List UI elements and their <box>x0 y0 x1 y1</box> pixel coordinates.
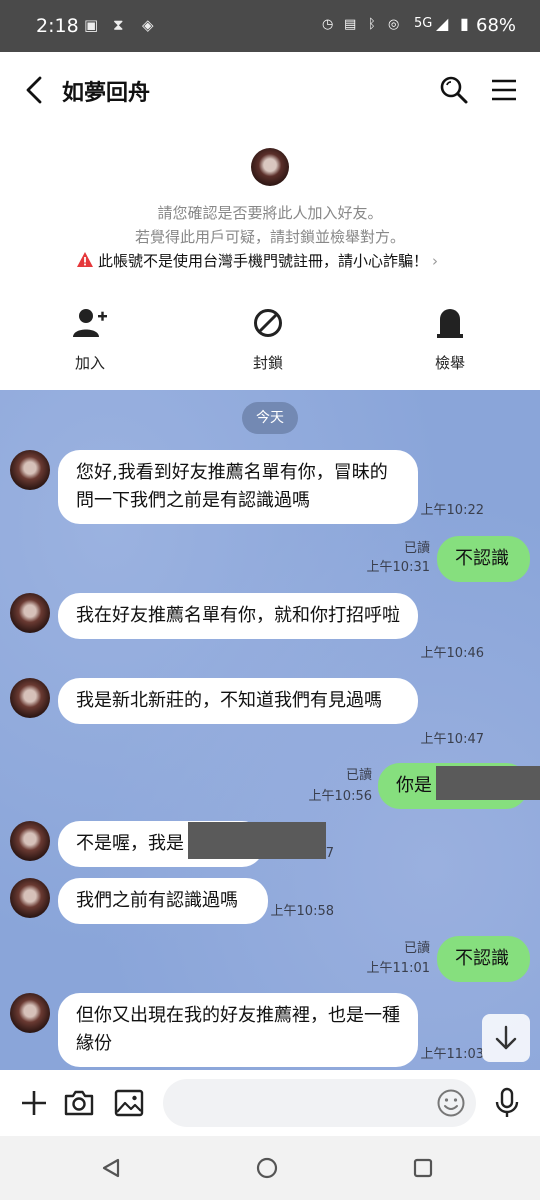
block-button[interactable]: 封鎖 <box>218 306 318 373</box>
notice-line1: 請您確認是否要將此人加入好友。 <box>157 204 383 222</box>
scam-warning[interactable]: 此帳號不是使用台灣手機門號註冊，請小心詐騙！ › <box>76 250 438 271</box>
volte-icon: ◎ <box>388 17 400 32</box>
emoji-icon[interactable] <box>436 1088 466 1118</box>
nav-home-icon[interactable] <box>255 1156 279 1180</box>
chevron-right-icon: › <box>432 252 439 270</box>
message-input[interactable] <box>163 1079 476 1127</box>
message-bubble-outgoing[interactable]: 不認識 <box>437 936 530 982</box>
microphone-icon[interactable] <box>491 1087 523 1119</box>
message-time: 上午11:01 <box>366 961 430 976</box>
notice-line2: 若覺得此用戶可疑，請封鎖並檢舉對方。 <box>134 228 405 246</box>
bluetooth-icon: ᛒ <box>368 17 376 32</box>
message-time: 上午10:56 <box>308 789 372 804</box>
search-icon[interactable] <box>438 74 470 106</box>
plus-icon[interactable] <box>18 1087 50 1119</box>
date-chip: 今天 <box>242 402 298 434</box>
add-friend-button[interactable]: 加入 <box>40 306 140 373</box>
hourglass-icon: ⧗ <box>113 16 124 34</box>
system-navigation-bar <box>0 1136 540 1200</box>
auto-icon: ▤ <box>344 17 357 32</box>
report-icon <box>437 309 463 338</box>
sender-avatar[interactable] <box>10 678 50 718</box>
message-bubble-incoming[interactable]: 我是新北新莊的，不知道我們有見過嗎 <box>58 678 418 724</box>
sender-avatar[interactable] <box>10 993 50 1033</box>
contact-avatar[interactable] <box>251 148 289 186</box>
message-bubble-incoming[interactable]: 我在好友推薦名單有你，就和你打招呼啦 <box>58 593 418 639</box>
arrow-down-icon <box>495 1025 517 1050</box>
status-bar: 2:18 ▣ ⧗ ◈ ◷ ▤ ᛒ ◎ 5G ◢ ▮ 68% <box>0 0 540 52</box>
message-time: 上午10:22 <box>420 503 484 518</box>
back-arrow-icon[interactable] <box>20 72 50 108</box>
sender-avatar[interactable] <box>10 821 50 861</box>
sender-avatar[interactable] <box>10 878 50 918</box>
chat-title: 如夢回舟 <box>62 81 151 106</box>
read-receipt: 已讀 <box>403 541 430 556</box>
read-receipt: 已讀 <box>345 768 372 783</box>
message-time: 上午10:58 <box>270 904 334 919</box>
report-button[interactable]: 檢舉 <box>400 306 500 373</box>
battery-percent: 68% <box>476 15 517 36</box>
signal-icon: ◢ <box>436 14 449 33</box>
block-icon <box>254 309 282 337</box>
status-time: 2:18 <box>36 15 79 37</box>
nav-back-icon[interactable] <box>99 1156 123 1180</box>
menu-icon[interactable] <box>488 74 520 106</box>
message-bubble-outgoing[interactable]: 不認識 <box>437 536 530 582</box>
wifi-icon: ◈ <box>142 16 154 34</box>
scroll-to-bottom-button[interactable] <box>482 1014 530 1062</box>
message-time: 上午10:31 <box>366 560 430 575</box>
redacted-block <box>188 822 326 859</box>
chat-area[interactable]: 今天 您好,我看到好友推薦名單有你，冒昧的問一下我們之前是有認識過嗎 上午10:… <box>0 390 540 1070</box>
message-bubble-incoming[interactable]: 我們之前有認識過嗎 <box>58 878 268 924</box>
chat-header: 如夢回舟 <box>0 52 540 128</box>
scam-warning-text: 此帳號不是使用台灣手機門號註冊，請小心詐騙！ <box>98 252 429 270</box>
add-friend-icon <box>73 309 107 337</box>
network-type: 5G <box>414 16 433 31</box>
report-label: 檢舉 <box>434 354 465 372</box>
message-bubble-incoming[interactable]: 但你又出現在我的好友推薦裡，也是一種緣份 <box>58 993 418 1067</box>
sender-avatar[interactable] <box>10 450 50 490</box>
warning-icon <box>77 252 93 267</box>
block-label: 封鎖 <box>252 354 283 372</box>
add-friend-label: 加入 <box>74 354 105 372</box>
redacted-block <box>436 766 540 800</box>
message-time: 上午10:47 <box>420 732 484 747</box>
nav-recents-icon[interactable] <box>411 1156 435 1180</box>
message-time: 上午10:46 <box>420 646 484 661</box>
alarm-icon: ◷ <box>322 17 334 32</box>
message-time: 上午11:03 <box>420 1047 484 1062</box>
gallery-icon: ▣ <box>84 16 99 34</box>
sender-avatar[interactable] <box>10 593 50 633</box>
message-input-bar <box>0 1070 540 1136</box>
image-icon[interactable] <box>113 1087 145 1119</box>
read-receipt: 已讀 <box>403 941 430 956</box>
battery-icon: ▮ <box>460 14 469 33</box>
message-bubble-incoming[interactable]: 您好,我看到好友推薦名單有你，冒昧的問一下我們之前是有認識過嗎 <box>58 450 418 524</box>
camera-icon[interactable] <box>63 1087 95 1119</box>
